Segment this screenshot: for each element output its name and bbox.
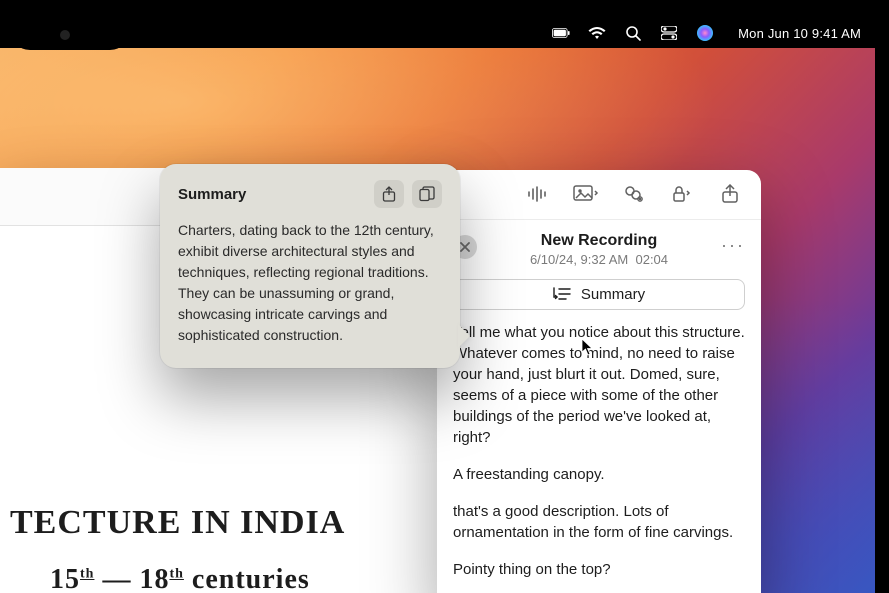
recording-title: New Recording (487, 232, 711, 250)
screen: Mon Jun 10 9:41 AM TECTURE IN INDIA 15th… (0, 18, 875, 593)
control-center-icon[interactable] (660, 24, 678, 42)
transcript-line: that's a good description. Lots of ornam… (453, 501, 745, 543)
share-icon (382, 186, 396, 202)
handwritten-title: TECTURE IN INDIA (10, 496, 345, 550)
spotlight-icon[interactable] (624, 24, 642, 42)
recording-header: New Recording 6/10/24, 9:32 AM 02:04 ··· (437, 220, 761, 275)
siri-icon[interactable] (696, 24, 714, 42)
summary-popover-title: Summary (178, 186, 246, 203)
lock-icon[interactable] (669, 181, 695, 207)
recording-panel: New Recording 6/10/24, 9:32 AM 02:04 ···… (437, 170, 761, 593)
link-icon[interactable] (621, 181, 647, 207)
share-icon[interactable] (717, 181, 743, 207)
summary-popover: Summary Charters, dating back to the 12t… (160, 164, 460, 368)
transcript-line: Pointy thing on the top? (453, 559, 745, 580)
summary-icon (553, 287, 571, 301)
handwritten-subtitle: 15th — 18th centuries (50, 558, 450, 593)
transcript-line: A freestanding canopy. (453, 464, 745, 485)
wifi-icon[interactable] (588, 24, 606, 42)
menubar-datetime[interactable]: Mon Jun 10 9:41 AM (738, 26, 861, 41)
desktop-wallpaper: TECTURE IN INDIA 15th — 18th centuries (0, 48, 875, 593)
recording-toolbar (437, 170, 761, 220)
summary-button[interactable]: Summary (453, 279, 745, 310)
battery-icon[interactable] (552, 24, 570, 42)
waveform-icon[interactable] (525, 181, 551, 207)
photos-icon[interactable] (573, 181, 599, 207)
transcript-line: Tell me what you notice about this struc… (453, 322, 745, 448)
recording-meta: 6/10/24, 9:32 AM 02:04 (487, 252, 711, 267)
more-icon[interactable]: ··· (721, 235, 745, 256)
transcript-body[interactable]: Tell me what you notice about this struc… (437, 322, 761, 593)
share-summary-button[interactable] (374, 180, 404, 208)
summary-popover-body: Charters, dating back to the 12th centur… (178, 220, 442, 346)
summary-button-label: Summary (581, 286, 645, 303)
copy-icon (419, 186, 435, 202)
menu-bar: Mon Jun 10 9:41 AM (0, 18, 875, 48)
copy-summary-button[interactable] (412, 180, 442, 208)
